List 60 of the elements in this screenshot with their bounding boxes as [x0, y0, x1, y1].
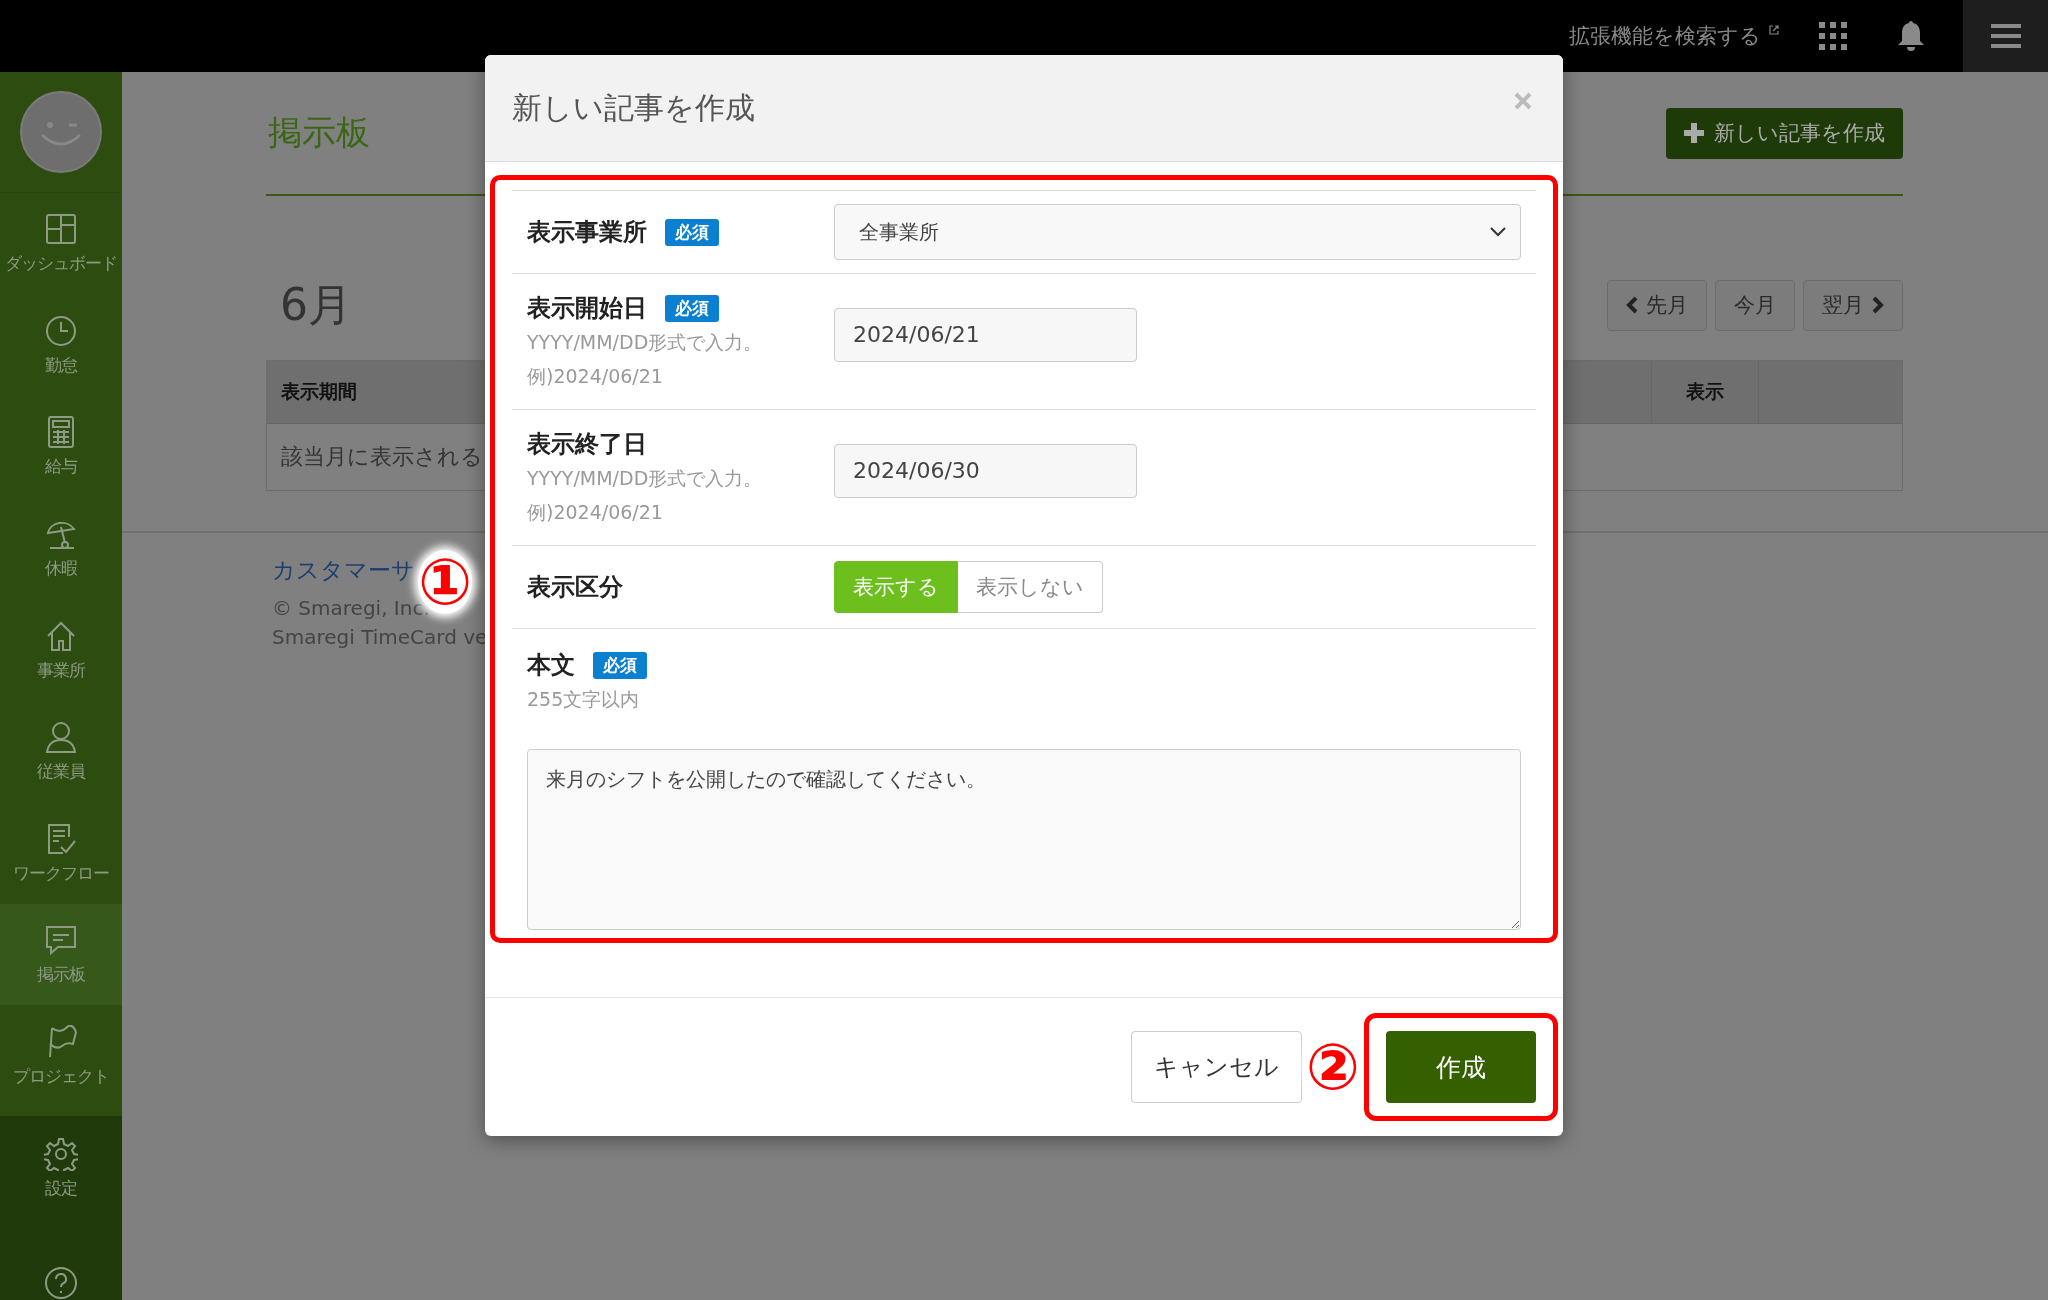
- sidebar-item[interactable]: 従業員: [0, 700, 122, 803]
- speech-bubble-icon: [44, 923, 78, 958]
- external-link-icon: [1769, 25, 1779, 35]
- sidebar-item[interactable]: 休暇: [0, 497, 122, 600]
- dashboard-grid-icon: [44, 212, 78, 247]
- column-header: 表示: [1686, 379, 1724, 404]
- page-title: 掲示板: [268, 111, 370, 154]
- office-select[interactable]: 全事業所: [834, 204, 1521, 260]
- month-nav-button[interactable]: 先月: [1607, 279, 1707, 331]
- month-heading: 6月: [280, 277, 352, 332]
- month-nav-button[interactable]: 翌月: [1803, 279, 1903, 331]
- sidebar-item[interactable]: 掲示板: [0, 903, 122, 1006]
- column-header: 表示期間: [281, 379, 357, 404]
- field-hint: 例)2024/06/21: [527, 364, 664, 389]
- date-input[interactable]: 2024/06/30: [834, 443, 1137, 498]
- dialog-title: 新しい記事を作成: [512, 88, 755, 127]
- create-button[interactable]: 作成: [1386, 1031, 1536, 1103]
- sidebar-item[interactable]: 給与: [0, 396, 122, 498]
- clock-icon: [44, 313, 78, 348]
- settings-icon: [44, 1136, 78, 1171]
- required-badge: 必須: [665, 294, 719, 322]
- month-nav-button[interactable]: 今月: [1715, 279, 1795, 331]
- person-icon: [44, 720, 78, 755]
- sidebar-item[interactable]: ワークフロー: [0, 802, 122, 904]
- display-toggle-option[interactable]: 表示する: [834, 561, 958, 613]
- required-badge: 必須: [665, 218, 719, 246]
- field-hint: 255文字以内: [527, 687, 641, 712]
- support-link[interactable]: カスタマーサ: [272, 555, 415, 586]
- avatar-icon[interactable]: [20, 91, 102, 174]
- date-input[interactable]: 2024/06/21: [834, 307, 1137, 362]
- chevron-left-icon: [1626, 296, 1638, 314]
- field-hint: YYYY/MM/DD形式で入力。: [527, 466, 764, 491]
- field-label: 表示終了日: [527, 429, 647, 460]
- help-icon[interactable]: [44, 1266, 78, 1300]
- cancel-button[interactable]: キャンセル: [1130, 1031, 1302, 1103]
- empty-message: 該当月に表示される: [281, 443, 483, 471]
- field-label: 表示区分: [527, 572, 623, 603]
- new-post-button[interactable]: 新しい記事を作成: [1666, 107, 1903, 159]
- chevron-down-icon: [1490, 227, 1506, 237]
- body-textarea[interactable]: 来月のシフトを公開したので確認してください。: [527, 749, 1521, 930]
- field-label: 本文: [527, 650, 575, 681]
- menu-button[interactable]: [1963, 0, 2048, 72]
- field-hint: YYYY/MM/DD形式で入力。: [527, 330, 764, 355]
- version-text: Smaregi TimeCard ve: [272, 625, 488, 649]
- sidebar-item[interactable]: 勤怠: [0, 294, 122, 397]
- field-label: 表示開始日: [527, 293, 647, 324]
- required-badge: 必須: [593, 651, 647, 679]
- display-toggle-option[interactable]: 表示しない: [958, 561, 1103, 613]
- sidebar-item[interactable]: プロジェクト: [0, 1005, 122, 1107]
- plus-icon: [1684, 123, 1704, 143]
- chevron-right-icon: [1872, 296, 1884, 314]
- sidebar-item[interactable]: ダッシュボード: [0, 193, 122, 295]
- annotation-number: ②: [1305, 1035, 1360, 1099]
- notification-bell-icon[interactable]: [1897, 20, 1925, 52]
- menu-icon: [1990, 24, 2021, 48]
- sidebar-item[interactable]: 事業所: [0, 599, 122, 701]
- extension-search-link[interactable]: 拡張機能を検索する: [1569, 22, 1761, 50]
- field-label: 表示事業所: [527, 217, 647, 248]
- field-hint: 例)2024/06/21: [527, 500, 664, 525]
- apps-grid-icon[interactable]: [1819, 22, 1847, 50]
